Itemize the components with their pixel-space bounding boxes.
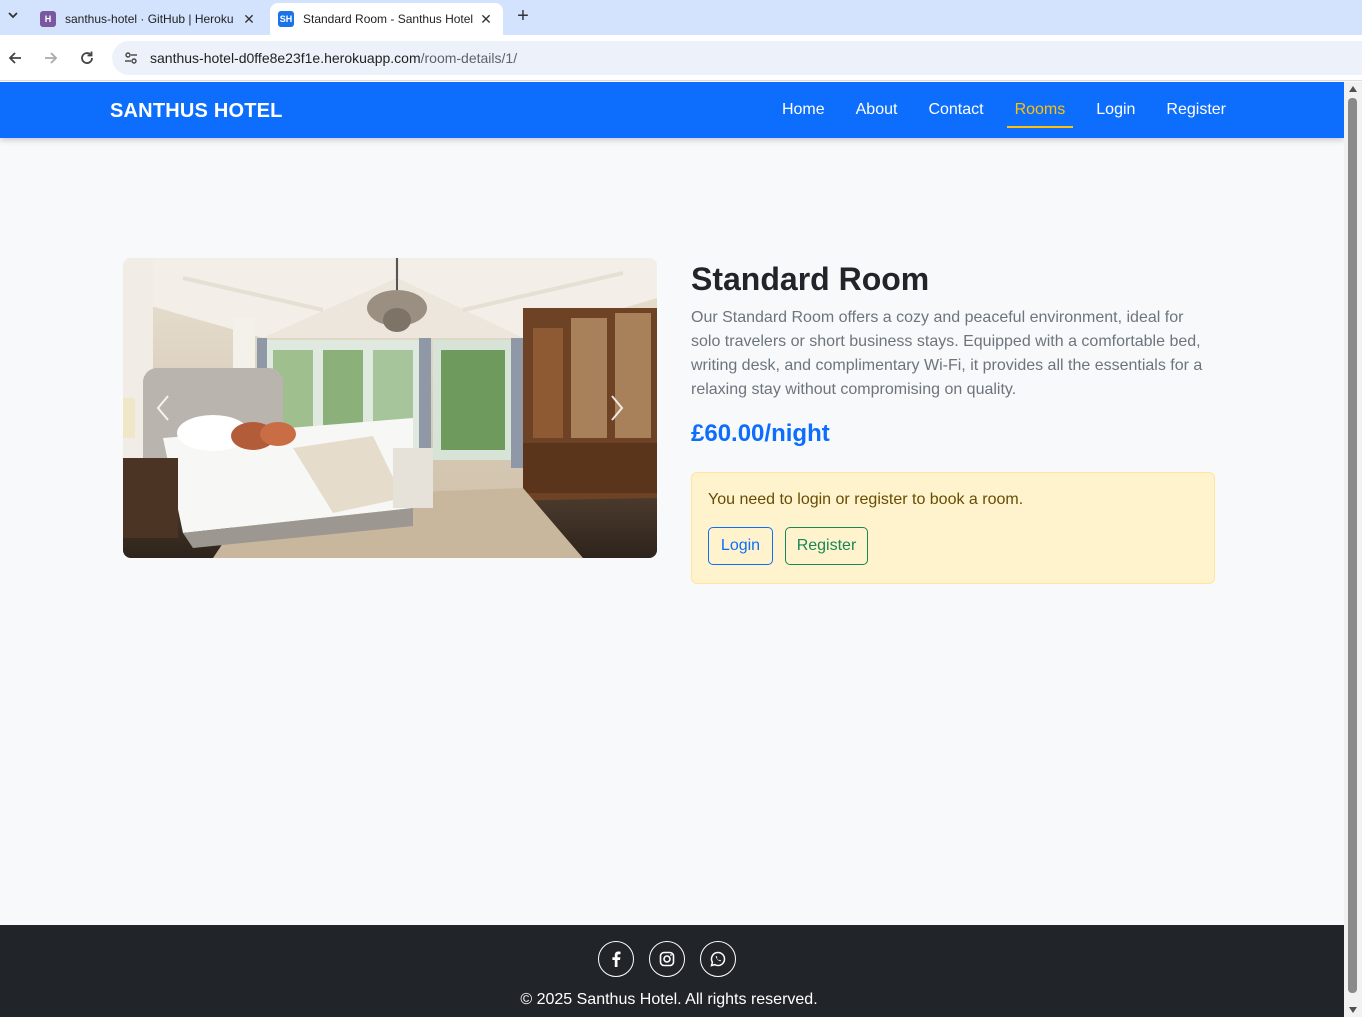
back-arrow-icon[interactable] xyxy=(2,45,28,71)
nav-link-about[interactable]: About xyxy=(856,97,898,123)
site-navbar: SANTHUS HOTEL Home About Contact Rooms L… xyxy=(0,82,1344,138)
room-title: Standard Room xyxy=(691,261,930,297)
close-tab-icon[interactable]: ✕ xyxy=(475,8,497,30)
scroll-up-arrow-icon[interactable] xyxy=(1349,86,1357,92)
page-content: SANTHUS HOTEL Home About Contact Rooms L… xyxy=(0,82,1344,1017)
browser-tab-bar: H santhus-hotel · GitHub | Heroku ✕ SH S… xyxy=(0,0,1362,35)
new-tab-plus-icon[interactable]: + xyxy=(510,5,536,27)
facebook-icon[interactable] xyxy=(598,941,634,977)
site-favicon-icon: SH xyxy=(278,11,294,27)
room-price: £60.00/night xyxy=(691,420,830,448)
close-tab-icon[interactable]: ✕ xyxy=(238,8,260,30)
room-description: Our Standard Room offers a cozy and peac… xyxy=(691,309,1203,399)
register-button[interactable]: Register xyxy=(785,527,868,566)
tab-search-chevron-icon[interactable] xyxy=(0,2,26,28)
nav-link-rooms[interactable]: Rooms xyxy=(1006,97,1074,128)
copyright-text: © 2025 Santhus Hotel. All rights reserve… xyxy=(520,991,818,1008)
tab-title: Standard Room - Santhus Hotel xyxy=(303,12,474,26)
nav-link-home[interactable]: Home xyxy=(782,97,825,123)
login-button[interactable]: Login xyxy=(708,527,773,566)
scroll-thumb[interactable] xyxy=(1348,98,1357,993)
room-photo xyxy=(123,258,657,558)
browser-tab-standard-room[interactable]: SH Standard Room - Santhus Hotel ✕ xyxy=(270,3,503,35)
browser-toolbar: santhus-hotel-d0ffe8e23f1e.herokuapp.com… xyxy=(0,35,1362,81)
tab-title: santhus-hotel · GitHub | Heroku xyxy=(65,12,234,26)
site-footer: © 2025 Santhus Hotel. All rights reserve… xyxy=(0,925,1344,1017)
brand-logo-text[interactable]: SANTHUS HOTEL xyxy=(110,100,283,123)
page-scrollbar[interactable] xyxy=(1344,82,1362,1017)
scroll-down-arrow-icon[interactable] xyxy=(1349,1007,1357,1013)
nav-link-contact[interactable]: Contact xyxy=(928,97,983,123)
url-host: santhus-hotel-d0ffe8e23f1e.herokuapp.com xyxy=(150,50,421,66)
login-required-alert: You need to login or register to book a … xyxy=(691,472,1215,585)
whatsapp-icon[interactable] xyxy=(700,941,736,977)
reload-icon[interactable] xyxy=(74,45,100,71)
carousel-prev-chevron-icon[interactable] xyxy=(143,388,183,428)
browser-tab-heroku[interactable]: H santhus-hotel · GitHub | Heroku ✕ xyxy=(30,3,266,35)
nav-link-login[interactable]: Login xyxy=(1096,97,1135,123)
room-image-carousel[interactable] xyxy=(123,258,657,558)
url-path: /room-details/1/ xyxy=(420,50,518,66)
url-text: santhus-hotel-d0ffe8e23f1e.herokuapp.com… xyxy=(150,50,517,66)
site-info-tune-icon[interactable] xyxy=(122,49,140,67)
nav-links: Home About Contact Rooms Login Register xyxy=(751,82,1226,138)
nav-link-register[interactable]: Register xyxy=(1166,97,1226,123)
address-bar[interactable]: santhus-hotel-d0ffe8e23f1e.herokuapp.com… xyxy=(112,41,1362,75)
forward-arrow-icon[interactable] xyxy=(38,45,64,71)
social-links xyxy=(598,941,751,977)
carousel-next-chevron-icon[interactable] xyxy=(597,388,637,428)
instagram-icon[interactable] xyxy=(649,941,685,977)
alert-message: You need to login or register to book a … xyxy=(708,491,1024,509)
heroku-favicon-icon: H xyxy=(40,11,56,27)
alert-actions: Login Register xyxy=(708,527,1198,566)
room-details: Standard Room Our Standard Room offers a… xyxy=(691,258,1216,585)
